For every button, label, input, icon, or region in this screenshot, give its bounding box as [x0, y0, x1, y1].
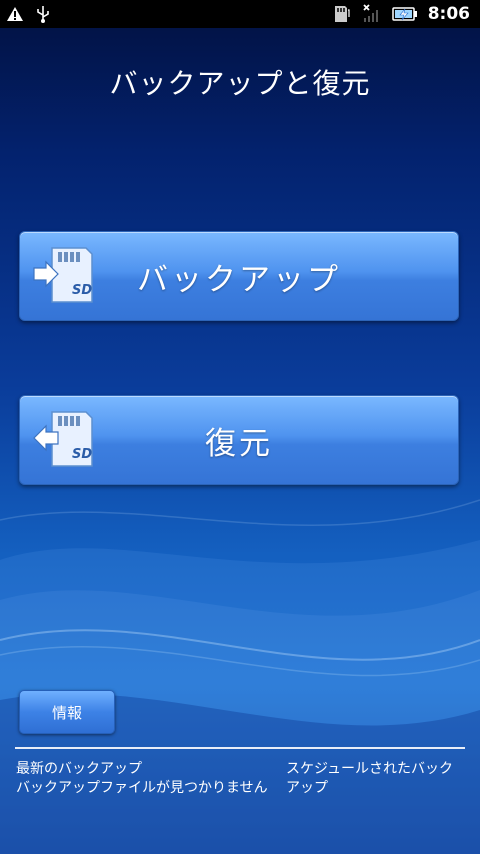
latest-backup-section: 最新のバックアップ バックアップファイルが見つかりません — [16, 760, 278, 798]
clock: 8:06 — [427, 4, 470, 24]
info-button[interactable]: 情報 — [19, 690, 115, 734]
battery-charging-icon — [391, 6, 418, 22]
status-bar: 8:06 — [0, 0, 480, 28]
latest-backup-value: バックアップファイルが見つかりません — [16, 780, 268, 796]
signal-off-icon — [362, 4, 380, 24]
backup-button-label: バックアップ — [137, 261, 341, 298]
backup-button[interactable]: SD バックアップ — [19, 231, 459, 321]
sd-card-icon — [332, 5, 350, 23]
usb-icon — [36, 5, 50, 23]
scheduled-backup-heading: スケジュールされたバックアップ — [286, 761, 454, 796]
restore-button-label: 復元 — [205, 425, 273, 462]
page-title: バックアップと復元 — [109, 67, 371, 100]
restore-button[interactable]: SD 復元 — [19, 395, 459, 485]
divider — [15, 747, 465, 749]
latest-backup-heading: 最新のバックアップ — [16, 761, 142, 777]
warning-icon — [6, 6, 24, 22]
scheduled-backup-section: スケジュールされたバックアップ — [286, 760, 466, 798]
